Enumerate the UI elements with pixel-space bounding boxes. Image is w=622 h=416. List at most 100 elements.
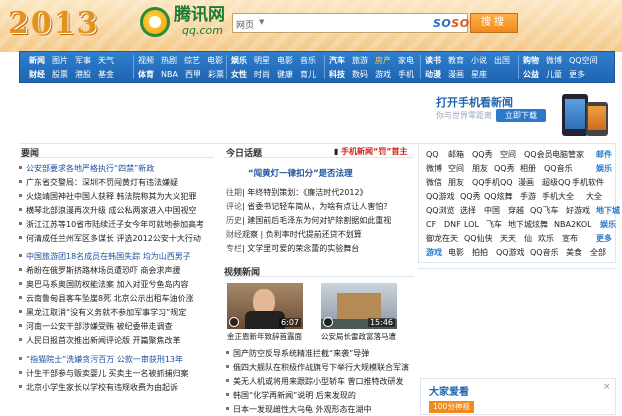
nav-link[interactable]: 女性 [231,67,247,82]
news-item[interactable]: 中国旅游团18名成员在韩国失踪 均为山西男子 [19,250,214,263]
video-news-item[interactable]: 韩国“化学再新闻”说明 后来发现的 [226,389,416,402]
news-item[interactable]: 公安部要求各地严格执行“四禁”新政 [19,162,214,175]
service-link[interactable]: 手机QQ [484,176,513,190]
service-category[interactable]: 娱乐 [596,162,612,176]
service-link[interactable]: 朋友 [448,176,464,190]
video-thumbnail[interactable]: 6:07 [227,283,303,329]
search-button[interactable]: 搜搜 [470,13,518,33]
news-title[interactable]: 中国旅游团18名成员在韩国失踪 均为山西男子 [26,252,191,261]
video-news-title[interactable]: 俄四大舰队在积极作战旗号下举行大规模联合军演 [233,363,409,372]
nav-link[interactable]: 公益 [523,67,539,82]
service-link[interactable]: 电脑管家 [552,148,584,162]
topic-tag[interactable]: 评论 [226,202,242,211]
service-link[interactable]: QQ秀 [494,162,515,176]
nav-link[interactable]: 电影 [207,53,223,68]
topic-title[interactable]: | 建国前后毛泽东为何对铲除割据如此重视 [242,216,391,225]
site-brand[interactable]: 腾讯网 [174,6,225,24]
service-link[interactable]: 电影 [448,246,464,260]
news-item[interactable]: 希盼在俄罗斯挤路林场员遭恐吓 商会求声援 [19,264,214,277]
service-link[interactable]: CF [426,218,436,232]
nav-link[interactable]: 微博 [546,53,562,68]
nav-link[interactable]: 新闻 [29,53,45,68]
new-year-logo[interactable]: 2013 [8,6,100,41]
service-link[interactable]: 好游戏 [566,204,590,218]
nav-link[interactable]: 体育 [138,67,154,82]
nav-link[interactable]: 星座 [471,67,487,82]
news-title[interactable]: 云南鲁甸县客车坠崖8死 北京公示出租车油价涨 [26,294,194,303]
news-title[interactable]: “指猫院士”洗嫌贪污百万 公款一审获刑13年 [26,355,183,364]
news-item[interactable]: “指猫院士”洗嫌贪污百万 公款一审获刑13年 [19,353,214,366]
news-title[interactable]: 浙江江苏等10省市陆续迁子女今年可就地参加高考 [26,220,204,229]
news-title[interactable]: 计生干部参与贩卖婴儿 买卖主一名被抓捕归案 [26,369,189,378]
topic-line[interactable]: 往期| 年终特别策划：《廉洁时代2012》 [226,186,416,199]
news-title[interactable]: 奥巴马系奥国防权能法案 加入对亚兮鱼岛内容 [26,280,189,289]
topic-line[interactable]: 财经观察 | 负利率时代提前还贷不划算 [226,228,416,241]
service-link[interactable]: 飞车 [486,218,502,232]
service-link[interactable]: QQ音乐 [544,162,573,176]
popular-title[interactable]: 大家爱看 [429,383,469,398]
news-item[interactable]: 河南一公安干部涉嫌受贿 被纪委带走调查 [19,320,214,333]
service-link[interactable]: 宣布 [562,232,578,246]
nav-link[interactable]: 科技 [329,67,345,82]
close-icon[interactable]: × [603,382,611,392]
nav-link[interactable]: 基金 [98,67,114,82]
nav-link[interactable]: 电影 [277,53,293,68]
nav-link[interactable]: 出国 [494,53,510,68]
more-link[interactable]: 更多 [596,232,612,246]
service-link[interactable]: QQ浏览 [426,204,455,218]
service-link[interactable]: 手机大全 [542,190,574,204]
qq-logo-icon[interactable] [140,7,170,37]
nav-link[interactable]: 购物 [523,53,539,68]
nav-link[interactable]: 彩票 [208,67,224,82]
news-item[interactable]: 奥巴马系奥国防权能法案 加入对亚兮鱼岛内容 [19,278,214,291]
video-thumbnail[interactable]: 15:46 [321,283,397,329]
nav-link[interactable]: 读书 [425,53,441,68]
service-link[interactable]: 炫舞 [532,218,548,232]
nav-link[interactable]: 天气 [98,53,114,68]
service-link[interactable]: NBA2KOL [554,218,592,232]
search-category[interactable]: 网页 [236,18,254,31]
nav-link[interactable]: 育儿 [300,67,316,82]
news-title[interactable]: 何清成任兰州军区多谋长 评选2012公安十大行动 [26,234,201,243]
service-link[interactable]: 空间 [448,162,464,176]
nav-link[interactable]: NBA [161,67,178,82]
news-title[interactable]: 希盼在俄罗斯挤路林场员遭恐吓 商会求声援 [26,266,181,275]
video-news-title[interactable]: 美无人机或将用来跟踪小型轿车 曾口推特改研发 [233,377,404,386]
video-news-title[interactable]: 韩国“化学再新闻”说明 后来发现的 [233,391,356,400]
topic-spotlight[interactable]: “闯黄灯一律扣分”是否法理 [248,167,353,179]
service-link[interactable]: 全部 [590,246,606,260]
nav-link[interactable]: 旅游 [352,53,368,68]
video-news-title[interactable]: 日本一发现雌性大乌龟 外观形态在湖中 [233,405,372,414]
service-category[interactable]: 娱乐 [600,218,616,232]
nav-link[interactable]: 热剧 [161,53,177,68]
video-news-item[interactable]: 美无人机或将用来跟踪小型轿车 曾口推特改研发 [226,375,416,388]
video-caption[interactable]: 公安局长雷政富落马遭 [321,331,401,342]
nav-link[interactable]: QQ空间 [569,53,598,68]
nav-link[interactable]: 军事 [75,53,91,68]
more-link[interactable]: 更多 [569,67,585,82]
service-link[interactable]: 选择 [460,204,476,218]
service-link[interactable]: 欢乐 [538,232,554,246]
nav-link[interactable]: 家电 [398,53,414,68]
nav-link[interactable]: 股票 [52,67,68,82]
news-title[interactable]: 横琴北部浪漫再次升级 成公私两家进入中国视空 [26,206,197,215]
topic-title[interactable]: 观察 | 负利率时代提前还贷不划算 [242,230,362,239]
download-button[interactable]: 立即下载 [496,109,546,122]
news-item[interactable]: 人民日报首次推出新闻评论版 开篇聚焦改革 [19,334,214,347]
nav-link[interactable]: 西甲 [185,67,201,82]
news-title[interactable]: 北京小学生家长以学校有违规收费为由起诉 [26,383,178,392]
news-title[interactable]: 人民日报首次推出新闻评论版 开篇聚焦改革 [26,336,181,345]
mobile-news-promo[interactable]: 打开手机看新闻 你与世界零距离 立即下载 [436,92,616,140]
nav-link[interactable]: 娱乐 [231,53,247,68]
nav-link[interactable]: 儿童 [546,67,562,82]
nav-link[interactable]: 游戏 [375,67,391,82]
video-news-title[interactable]: 国产防空反导系统精准拦截“来袭”导弹 [233,349,369,358]
nav-link[interactable]: 明星 [254,53,270,68]
topic-title[interactable]: | 年终特别策划：《廉洁时代2012》 [242,188,368,197]
service-link[interactable]: 邮箱 [448,148,464,162]
topic-line[interactable]: 评论| 省委书记轻车简从，为啥有点让人害怕？ [226,200,416,213]
service-link[interactable]: LOL [464,218,479,232]
news-item[interactable]: 何清成任兰州军区多谋长 评选2012公安十大行动 [19,232,214,245]
video-news-item[interactable]: 日本一发现雌性大乌龟 外观形态在湖中 [226,403,416,416]
video-news-item[interactable]: 国产防空反导系统精准拦截“来袭”导弹 [226,347,416,360]
